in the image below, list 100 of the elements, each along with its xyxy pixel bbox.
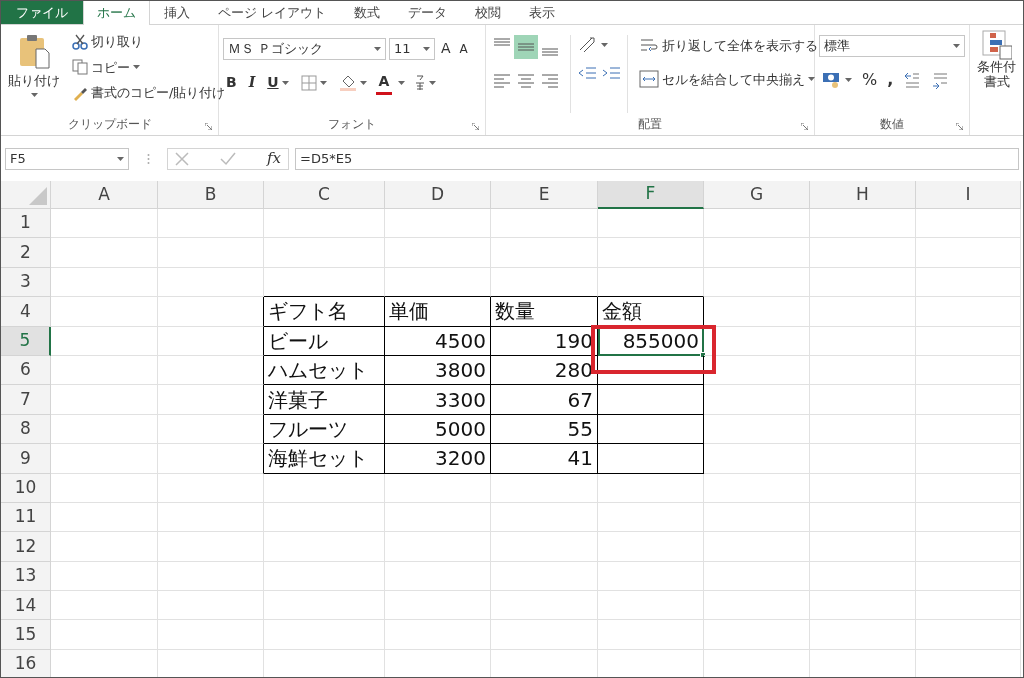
- ribbon-tab[interactable]: データ: [394, 1, 462, 24]
- empty-cell[interactable]: [598, 385, 704, 415]
- table-cell[interactable]: 67: [491, 385, 598, 415]
- empty-cell[interactable]: [158, 414, 264, 445]
- corner-triangle-icon: [29, 187, 47, 205]
- ribbon-tab[interactable]: 数式: [340, 1, 395, 24]
- empty-cell[interactable]: [158, 355, 264, 386]
- table-cell[interactable]: 855000: [598, 326, 704, 356]
- empty-cell[interactable]: [598, 414, 704, 445]
- conditional-formatting-button[interactable]: 条件付 書式: [974, 29, 1019, 91]
- close-icon: [175, 151, 189, 166]
- borders-icon: [300, 74, 317, 91]
- font-name-dropdown[interactable]: ＭＳ Ｐゴシック: [223, 37, 386, 60]
- column-header[interactable]: A: [51, 181, 158, 209]
- row-header[interactable]: 3: [1, 267, 51, 298]
- table-cell[interactable]: 海鮮セット: [264, 444, 385, 474]
- column-header[interactable]: G: [704, 181, 810, 209]
- empty-cell[interactable]: [598, 444, 704, 474]
- table-cell[interactable]: ギフト名: [264, 297, 385, 327]
- dialog-launcher-icon[interactable]: [205, 123, 212, 130]
- table-cell[interactable]: 3800: [385, 355, 491, 386]
- group-label: 数値: [880, 116, 904, 133]
- table-cell[interactable]: 3200: [385, 444, 491, 474]
- enter-icon[interactable]: [217, 150, 239, 167]
- column-header[interactable]: F: [598, 181, 704, 209]
- caret-icon: [808, 77, 815, 82]
- empty-cell[interactable]: [598, 355, 704, 386]
- row-header[interactable]: 15: [1, 620, 51, 650]
- insert-function-button[interactable]: fx: [263, 146, 284, 171]
- table-cell[interactable]: 5000: [385, 414, 491, 445]
- caret-icon: [281, 80, 289, 85]
- column-header[interactable]: I: [916, 181, 1021, 209]
- wrap-text-button[interactable]: 折り返して全体を表示する: [636, 35, 821, 57]
- row-header[interactable]: 10: [1, 473, 51, 503]
- fill-handle[interactable]: [700, 351, 706, 358]
- shrink-font-button[interactable]: A: [456, 38, 471, 59]
- row-header[interactable]: 13: [1, 561, 51, 592]
- table-cell[interactable]: 洋菓子: [264, 385, 385, 415]
- align-icon: [494, 38, 510, 46]
- font-color-button[interactable]: A: [375, 70, 393, 95]
- column-header[interactable]: B: [158, 181, 264, 209]
- ribbon-tab[interactable]: ホーム: [83, 1, 150, 25]
- name-box[interactable]: F5: [5, 147, 129, 170]
- font-size-dropdown[interactable]: 11: [389, 37, 435, 60]
- underline-button[interactable]: U: [264, 71, 292, 94]
- empty-cell[interactable]: [158, 326, 264, 356]
- paint-bucket-icon: [338, 74, 357, 91]
- italic-button[interactable]: I: [245, 71, 259, 94]
- table-cell[interactable]: 190: [491, 326, 598, 356]
- caret-icon: [398, 80, 406, 85]
- row-header[interactable]: 7: [1, 385, 51, 415]
- grow-font-button[interactable]: A: [438, 37, 454, 60]
- row-header[interactable]: 1: [1, 209, 51, 239]
- row-header[interactable]: 6: [1, 355, 51, 386]
- table-cell[interactable]: 55: [491, 414, 598, 445]
- row-header[interactable]: 4: [1, 297, 51, 327]
- dialog-launcher-icon[interactable]: [956, 123, 963, 130]
- row-header[interactable]: 9: [1, 444, 51, 474]
- column-header[interactable]: H: [810, 181, 916, 209]
- empty-cell[interactable]: [158, 297, 264, 327]
- ribbon-tab[interactable]: 校閲: [461, 1, 516, 24]
- percent-button[interactable]: %: [859, 67, 881, 93]
- money-icon: [822, 71, 842, 89]
- table-cell[interactable]: 金額: [598, 297, 704, 327]
- ribbon-tab[interactable]: ページ レイアウト: [204, 1, 341, 24]
- empty-cell[interactable]: [158, 444, 264, 474]
- row-header[interactable]: 12: [1, 532, 51, 562]
- row-header[interactable]: 5: [1, 326, 51, 356]
- dialog-launcher-icon[interactable]: [472, 123, 479, 130]
- ribbon-tab[interactable]: 挿入: [150, 1, 204, 24]
- table-cell[interactable]: 280: [491, 355, 598, 386]
- clipboard-icon: [18, 33, 50, 69]
- number-format-dropdown[interactable]: 標準: [819, 35, 965, 57]
- table-cell[interactable]: ハムセット: [264, 355, 385, 386]
- formula-field[interactable]: =D5*E5: [295, 147, 1019, 170]
- ribbon-tab[interactable]: ファイル: [1, 1, 83, 24]
- table-cell[interactable]: 4500: [385, 326, 491, 356]
- table-cell[interactable]: 3300: [385, 385, 491, 415]
- dialog-launcher-icon[interactable]: [801, 123, 808, 130]
- row-header[interactable]: 8: [1, 414, 51, 445]
- comma-button[interactable]: ,: [884, 67, 897, 93]
- row-header[interactable]: 16: [1, 649, 51, 677]
- cancel-icon[interactable]: [172, 150, 192, 167]
- align-button[interactable]: [514, 35, 538, 59]
- empty-cell[interactable]: [158, 385, 264, 415]
- paste-button[interactable]: 貼り付け: [5, 29, 63, 113]
- table-cell[interactable]: 単価: [385, 297, 491, 327]
- row-header[interactable]: 11: [1, 502, 51, 533]
- table-cell[interactable]: 数量: [491, 297, 598, 327]
- row-header[interactable]: 14: [1, 591, 51, 621]
- row-header[interactable]: 2: [1, 238, 51, 268]
- select-all-button[interactable]: [1, 181, 51, 209]
- ribbon-tab[interactable]: 表示: [515, 1, 570, 24]
- table-cell[interactable]: フルーツ: [264, 414, 385, 445]
- column-header[interactable]: E: [491, 181, 598, 209]
- column-header[interactable]: C: [264, 181, 385, 209]
- table-cell[interactable]: 41: [491, 444, 598, 474]
- table-cell[interactable]: ビール: [264, 326, 385, 356]
- merge-center-button[interactable]: セルを結合して中央揃え: [636, 68, 821, 90]
- column-header[interactable]: D: [385, 181, 491, 209]
